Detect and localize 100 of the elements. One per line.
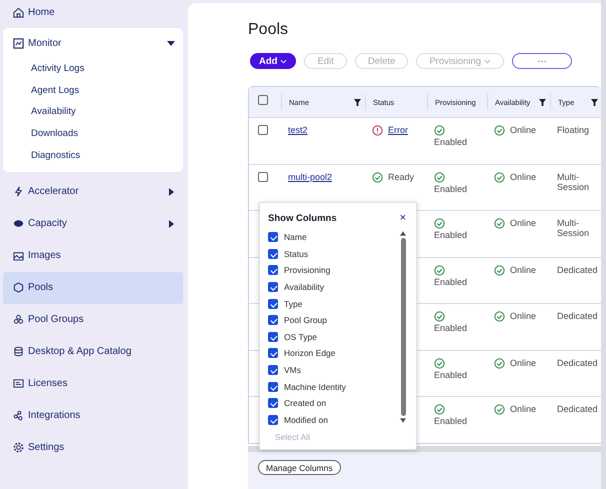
availability-text: Online [510, 311, 536, 321]
sidebar-item[interactable]: Settings [3, 432, 183, 464]
checkbox[interactable] [268, 332, 278, 342]
sidebar-item[interactable]: Accelerator [3, 176, 183, 208]
sidebar-subitem[interactable]: Availability [3, 101, 183, 123]
check-circle-icon [494, 125, 505, 136]
column-option[interactable]: VMs [284, 365, 301, 376]
caret-down-icon [167, 39, 175, 47]
column-option[interactable]: Horizon Edge [284, 348, 336, 358]
checkbox[interactable] [268, 282, 278, 292]
sidebar-item[interactable]: Pool Groups [3, 304, 183, 336]
sidebar-item[interactable]: Desktop & App Catalog [3, 336, 183, 368]
sidebar-item[interactable]: Home [3, 0, 183, 24]
availability-text: Online [510, 264, 536, 274]
caret-right-icon [167, 220, 175, 228]
manage-columns-button[interactable]: Manage Columns [258, 460, 341, 475]
type-text: Dedicated [557, 404, 598, 414]
toolbar-button[interactable]: Add [250, 53, 296, 69]
availability-text: Online [510, 218, 536, 228]
filter-icon[interactable] [354, 98, 361, 106]
scroll-down-icon[interactable] [400, 418, 406, 423]
provisioning-text: Enabled [434, 416, 468, 426]
nav-icon [13, 282, 24, 294]
column-option[interactable]: Pool Group [284, 315, 327, 326]
type-text: Dedicated [557, 358, 598, 368]
check-circle-icon [434, 311, 445, 322]
chart-icon [13, 38, 24, 48]
check-circle-icon [434, 172, 445, 182]
checkbox[interactable] [258, 95, 268, 105]
column-option[interactable]: Machine Identity [284, 382, 346, 392]
sidebar-item[interactable]: Images [3, 240, 183, 272]
checkbox[interactable] [258, 172, 268, 182]
check-circle-icon [434, 218, 445, 229]
provisioning-text: Enabled [434, 276, 468, 286]
column-option[interactable]: Availability [284, 282, 324, 292]
filter-icon[interactable] [539, 98, 546, 106]
availability-text: Online [510, 172, 536, 182]
check-circle-icon [494, 172, 505, 182]
nav-icon [13, 442, 24, 454]
pool-name-link[interactable]: multi-pool2 [288, 172, 332, 182]
checkbox[interactable] [268, 382, 278, 392]
sidebar-subitem[interactable]: Agent Logs [3, 80, 183, 102]
status-text: Ready [388, 172, 414, 182]
checkbox[interactable] [268, 298, 278, 309]
checkbox[interactable] [258, 125, 268, 135]
checkbox[interactable] [268, 414, 278, 425]
nav-icon [13, 186, 24, 198]
nav-icon [13, 346, 24, 358]
column-option[interactable]: Modified on [284, 414, 328, 425]
type-text: Floating [557, 125, 590, 135]
status-link[interactable]: Error [388, 125, 408, 135]
provisioning-text: Enabled [434, 137, 468, 147]
availability-text: Online [510, 125, 536, 135]
checkbox[interactable] [268, 315, 278, 326]
check-circle-icon [494, 218, 505, 229]
sidebar-item[interactable]: Pools [3, 272, 183, 304]
scroll-up-icon[interactable] [400, 231, 406, 236]
more-button[interactable]: ··· [512, 53, 572, 69]
pool-name-link[interactable]: test2 [288, 125, 308, 135]
type-text: Multi-Session [557, 218, 590, 238]
column-option[interactable]: Provisioning [284, 265, 330, 276]
popup-title: Show Columns [268, 213, 337, 224]
nav-icon [13, 410, 24, 422]
sidebar-item[interactable]: Monitor [3, 28, 183, 58]
column-option[interactable]: Created on [284, 398, 326, 408]
sidebar-item[interactable]: Integrations [3, 400, 183, 432]
provisioning-text: Enabled [434, 184, 468, 194]
sidebar-subitem[interactable]: Diagnostics [3, 144, 183, 166]
type-text: Multi-Session [557, 172, 590, 192]
caret-right-icon [167, 188, 175, 196]
sidebar-subitem[interactable]: Activity Logs [3, 58, 183, 80]
scrollbar-thumb[interactable] [400, 238, 406, 416]
column-option[interactable]: OS Type [284, 332, 317, 342]
column-option[interactable]: Status [284, 248, 308, 259]
type-text: Dedicated [557, 311, 598, 321]
check-circle-icon [494, 311, 505, 322]
type-text: Dedicated [557, 264, 598, 274]
check-circle-icon [434, 125, 445, 136]
sidebar-item[interactable]: Capacity [3, 208, 183, 240]
check-circle-icon [494, 404, 505, 415]
check-circle-icon [494, 264, 505, 276]
nav-icon [13, 250, 24, 262]
sidebar-item[interactable]: Licenses [3, 368, 183, 400]
availability-text: Online [510, 404, 536, 414]
sidebar-subitem[interactable]: Downloads [3, 122, 183, 144]
nav-icon [13, 378, 24, 390]
checkbox[interactable] [268, 398, 278, 408]
checkbox[interactable] [268, 248, 278, 259]
checkbox[interactable] [268, 365, 278, 376]
check-circle-icon [434, 358, 445, 368]
close-button[interactable]: × [400, 213, 406, 224]
filter-icon[interactable] [591, 98, 598, 106]
nav-icon [13, 218, 24, 230]
checkbox[interactable] [268, 348, 278, 358]
provisioning-text: Enabled [434, 370, 468, 380]
checkbox[interactable] [268, 265, 278, 276]
checkbox[interactable] [268, 232, 278, 242]
column-option[interactable]: Type [284, 298, 302, 309]
column-option[interactable]: Name [284, 232, 307, 242]
check-circle-icon [494, 358, 505, 368]
